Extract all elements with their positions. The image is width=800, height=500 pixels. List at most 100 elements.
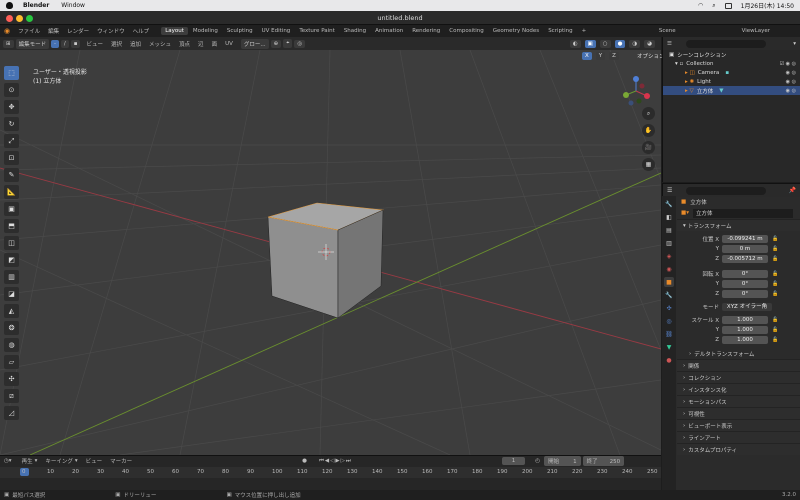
cursor-tool-icon[interactable]: ⊙ [4,83,19,97]
timeline-editor-icon[interactable]: ◷▾ [4,458,12,464]
instancing-section[interactable]: › インスタンス化 [677,383,800,395]
lock-icon[interactable]: 🔓 [772,236,778,242]
visibility-eye-icon[interactable]: ☑ ◉ ◎ [780,61,796,67]
lock-icon[interactable]: 🔓 [772,317,778,323]
menu-file[interactable]: ファイル [14,27,44,35]
properties-type-icon[interactable]: ☰ [667,187,672,194]
shading-wire-icon[interactable]: ○ [599,39,611,48]
line-art-section[interactable]: › ラインアート [677,431,800,443]
location-y-field[interactable]: 0 m [722,245,768,253]
visibility-section[interactable]: › 可視性 [677,407,800,419]
outliner-row-scene-collection[interactable]: ▣ シーンコレクション [663,50,800,59]
lock-icon[interactable]: 🔓 [772,337,778,343]
outliner-type-icon[interactable]: ☰ [667,41,672,47]
menu-vertex[interactable]: 頂点 [175,40,194,48]
tab-modeling[interactable]: Modeling [189,27,222,35]
tab-shading[interactable]: Shading [340,27,370,35]
start-frame-field[interactable]: 開始 1 [544,456,581,466]
knife-tool-icon[interactable]: ◪ [4,287,19,301]
location-z-field[interactable]: -0.005712 m [722,255,768,263]
world-tab-icon[interactable]: ◉ [664,264,674,274]
overlay-icon[interactable]: ◐ [569,39,581,48]
mode-selector[interactable]: 編集モード [15,38,50,49]
mirror-z-button[interactable]: Z [609,52,619,60]
vertex-select-button[interactable]: · [51,39,59,48]
transform-tool-icon[interactable]: ⊡ [4,151,19,165]
editor-type-button[interactable]: ⊞ [3,39,14,48]
record-icon[interactable]: ● [302,458,307,464]
constraints-tab-icon[interactable]: ⛓ [664,329,674,339]
search-icon[interactable]: ⌕ [712,2,715,10]
menu-uv[interactable]: UV [221,41,237,47]
battery-icon[interactable] [724,2,732,9]
tab-geometry-nodes[interactable]: Geometry Nodes [489,27,543,35]
physics-tab-icon[interactable]: ◎ [664,316,674,326]
pan-hand-icon[interactable]: ✋ [642,124,655,137]
collections-section[interactable]: › コレクション [677,371,800,383]
preview-range-icon[interactable]: ◴ [535,458,540,464]
lock-icon[interactable]: 🔓 [772,271,778,277]
custom-properties-section[interactable]: › カスタムプロパティ [677,443,800,455]
rotation-x-field[interactable]: 0° [722,270,768,278]
zoom-window-button[interactable] [26,15,33,22]
lock-icon[interactable]: 🔓 [772,256,778,262]
menu-select[interactable]: 選択 [107,40,126,48]
scale-tool-icon[interactable]: ⤢ [4,134,19,148]
location-x-field[interactable]: -0.099241 m [722,235,768,243]
proportional-edit-icon[interactable]: ◎ [294,39,306,48]
menu-view[interactable]: ビュー [82,40,107,48]
modifier-tab-icon[interactable]: 🔧 [664,290,674,300]
marker-menu[interactable]: マーカー [110,457,132,465]
snap-icon[interactable]: ⌖ [283,39,293,48]
poly-build-tool-icon[interactable]: ◭ [4,304,19,318]
rotation-z-field[interactable]: 0° [722,290,768,298]
extrude-tool-icon[interactable]: ⬒ [4,219,19,233]
playback-controls-icon[interactable]: ⏮◀◁▶▷⏭ [319,458,352,465]
object-tab-icon[interactable]: ■ [664,277,674,287]
options-button[interactable]: オプション [637,52,665,60]
keying-menu[interactable]: キーイング [45,457,73,465]
minimize-window-button[interactable] [16,15,23,22]
shading-solid-icon[interactable]: ● [614,39,626,48]
lock-icon[interactable]: 🔓 [772,281,778,287]
output-tab-icon[interactable]: ▤ [664,225,674,235]
inset-tool-icon[interactable]: ◫ [4,236,19,250]
apple-icon[interactable] [6,2,13,9]
add-workspace-button[interactable]: + [578,27,591,35]
viewlayer-selector[interactable]: ViewLayer [742,28,770,34]
scene-selector[interactable]: Scene [659,28,676,34]
visibility-eye-icon[interactable]: ◉ ◎ [786,79,796,85]
view-menu[interactable]: ビュー [86,457,103,465]
shear-tool-icon[interactable]: ⧄ [4,389,19,403]
smooth-tool-icon[interactable]: ◍ [4,338,19,352]
add-cube-tool-icon[interactable]: ▣ [4,202,19,216]
tab-sculpting[interactable]: Sculpting [223,27,257,35]
tab-animation[interactable]: Animation [371,27,407,35]
ortho-grid-icon[interactable]: ▦ [642,158,655,171]
shading-render-icon[interactable]: ◕ [644,39,655,48]
motion-paths-section[interactable]: › モーションパス [677,395,800,407]
menu-edge[interactable]: 辺 [194,40,208,48]
material-tab-icon[interactable]: ● [664,355,674,365]
app-menu[interactable]: Blender [23,2,49,9]
close-window-button[interactable] [6,15,13,22]
tool-tab-icon[interactable]: 🔧 [664,199,674,209]
transform-orientation[interactable]: グロー... [240,38,269,49]
data-tab-icon[interactable]: ▼ [664,342,674,352]
viewport-display-section[interactable]: › ビューポート表示 [677,419,800,431]
3d-viewport[interactable] [0,50,661,455]
clock[interactable]: 1月26日(木) 14:50 [741,1,794,10]
transform-section-header[interactable]: ▾ トランスフォーム [677,219,800,231]
face-select-button[interactable]: ▪ [70,39,81,48]
spin-tool-icon[interactable]: ❂ [4,321,19,335]
scale-z-field[interactable]: 1.000 [722,336,768,344]
annotate-tool-icon[interactable]: ✎ [4,168,19,182]
end-frame-field[interactable]: 終了 250 [582,456,625,466]
outliner-row-light[interactable]: ▸ ✺ Light ◉ ◎ [663,77,800,86]
pin-icon[interactable]: 📌 [789,187,800,194]
lock-icon[interactable]: 🔓 [772,327,778,333]
rotation-mode-dropdown[interactable]: XYZ オイラー角 [722,303,772,311]
tab-uv-editing[interactable]: UV Editing [258,27,295,35]
delta-transform-subpanel[interactable]: › デルタトランスフォーム [677,349,800,359]
loop-cut-tool-icon[interactable]: ▥ [4,270,19,284]
